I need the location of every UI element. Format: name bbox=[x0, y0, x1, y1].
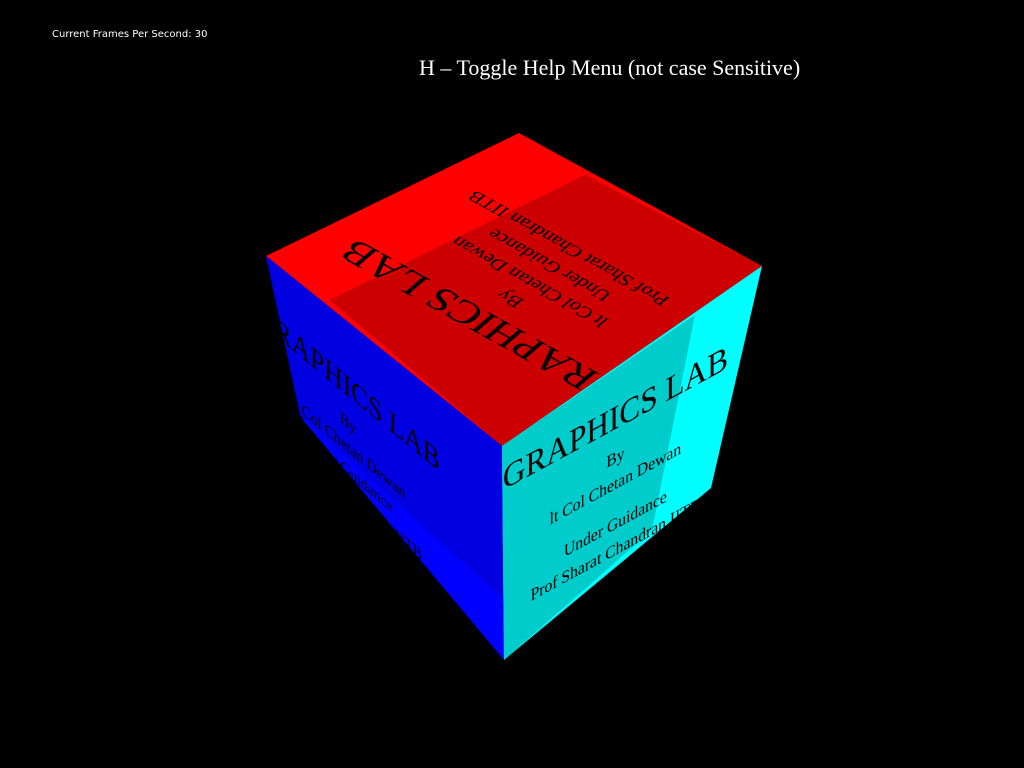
game-viewport[interactable]: Current Frames Per Second: 30 H – Toggle… bbox=[0, 0, 1024, 768]
cube-scene[interactable]: GRAPHICS LAB By lt Col Chetan Dewan Unde… bbox=[0, 0, 1024, 768]
